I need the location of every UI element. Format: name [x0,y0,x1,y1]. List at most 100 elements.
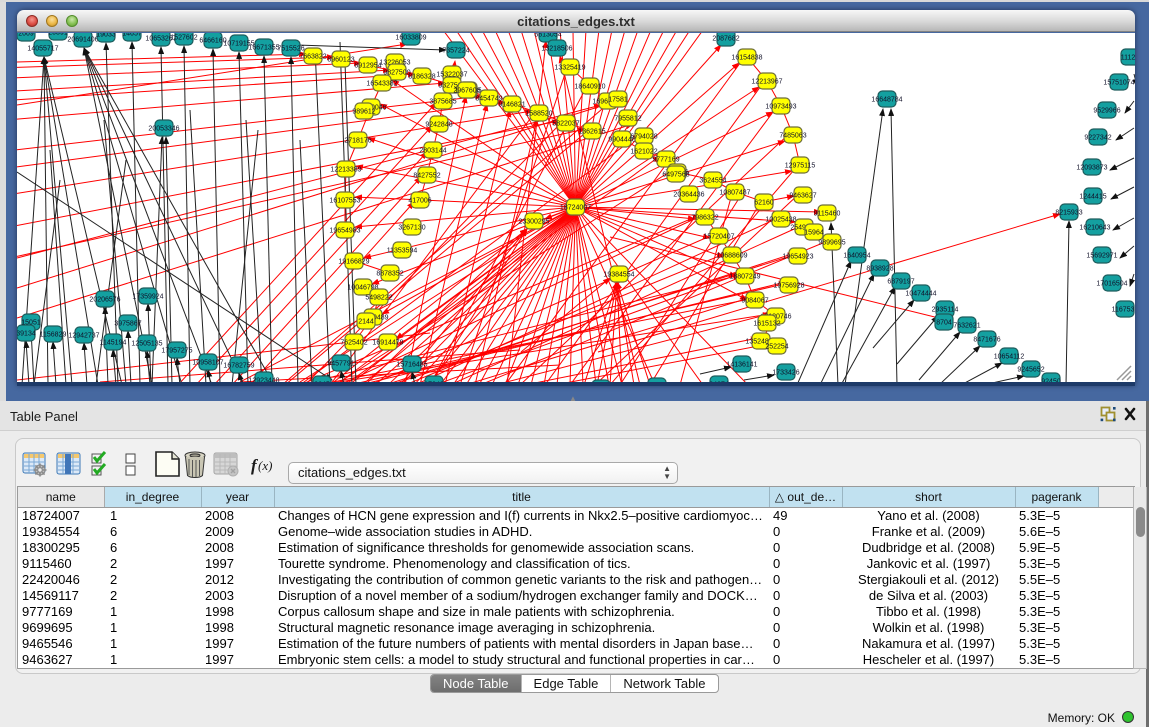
svg-text:12505135: 12505135 [131,341,162,348]
svg-text:5822037: 5822037 [552,121,579,128]
svg-text:12093873: 12093873 [1076,165,1107,172]
svg-text:3624554: 3624554 [699,178,726,185]
svg-text:9777169: 9777169 [652,157,679,164]
svg-text:9463627: 9463627 [789,193,816,200]
svg-text:1156829: 1156829 [40,332,67,339]
svg-text:17359924: 17359924 [132,294,163,301]
svg-text:2935114: 2935114 [932,307,959,314]
svg-text:10973493: 10973493 [765,104,796,111]
svg-text:7485063: 7485063 [779,133,806,140]
svg-text:14136141: 14136141 [726,362,757,369]
svg-text:19166829: 19166829 [338,259,369,266]
svg-text:16107553: 16107553 [329,198,360,205]
svg-text:16154838: 16154838 [731,55,762,62]
svg-text:7632621: 7632621 [953,323,980,330]
svg-text:12942737: 12942737 [68,333,99,340]
svg-text:10958107: 10958107 [192,360,223,367]
svg-text:3875685: 3875685 [429,99,456,106]
svg-text:1733426: 1733426 [772,370,799,377]
svg-text:8215933: 8215933 [1055,210,1082,217]
svg-text:252254: 252254 [765,344,788,351]
svg-text:9084067: 9084067 [741,298,768,305]
svg-text:20206576: 20206576 [89,297,120,304]
svg-text:3267130: 3267130 [398,225,425,232]
svg-text:10688609: 10688609 [716,253,747,260]
svg-text:16782759: 16782759 [223,363,254,370]
svg-text:1588520: 1588520 [525,111,552,118]
svg-text:1615132: 1615132 [753,321,780,328]
svg-text:16648784: 16648784 [871,97,902,104]
svg-text:7625402: 7625402 [340,340,367,347]
svg-text:9227342: 9227342 [1084,135,1111,142]
svg-text:8186328: 8186328 [408,74,435,81]
svg-text:17581: 17581 [608,97,628,104]
svg-text:17957275: 17957275 [161,348,192,355]
svg-text:13325419: 13325419 [554,65,585,72]
svg-text:8878352: 8878352 [376,271,403,278]
svg-text:1362615: 1362615 [578,129,605,136]
svg-text:62160: 62160 [754,200,774,207]
svg-text:15692971: 15692971 [1086,253,1117,260]
svg-text:16543382: 16543382 [366,81,397,88]
svg-text:15964: 15964 [804,230,824,237]
svg-text:6794028: 6794028 [630,134,657,141]
svg-text:11353594: 11353594 [387,248,418,255]
svg-text:6497568: 6497568 [662,172,689,179]
svg-text:13218506: 13218506 [541,46,572,53]
svg-text:7357224: 7357224 [442,48,469,55]
svg-text:20691406: 20691406 [67,37,98,44]
svg-text:15716485: 15716485 [396,362,427,369]
svg-text:9115460: 9115460 [814,211,841,218]
svg-text:20053346: 20053346 [148,126,179,133]
svg-text:10654112: 10654112 [994,354,1025,361]
svg-text:1145194: 1145194 [100,340,127,347]
svg-text:1527602: 1527602 [170,35,197,42]
svg-text:19654983: 19654983 [329,228,360,235]
svg-text:16914479: 16914479 [372,340,403,347]
svg-text:1167531: 1167531 [1112,307,1135,314]
svg-text:2009: 2009 [18,33,34,38]
svg-text:1621022: 1621022 [630,149,657,156]
svg-text:2718176: 2718176 [344,138,371,145]
svg-text:19033: 19033 [96,33,116,39]
svg-text:417006: 417006 [408,198,431,205]
svg-text:1640954: 1640954 [843,253,870,260]
svg-text:16210643: 16210643 [1079,225,1110,232]
svg-text:3975867: 3975867 [114,321,141,328]
svg-text:9457791: 9457791 [327,361,354,368]
svg-text:9146821: 9146821 [498,102,525,109]
svg-text:8912954: 8912954 [354,63,381,70]
svg-text:19654923: 19654923 [782,254,813,261]
svg-text:2803144: 2803144 [419,148,446,155]
svg-text:16671355: 16671355 [248,45,279,52]
svg-text:6879197: 6879197 [887,279,914,286]
svg-text:19384554: 19384554 [603,272,634,279]
svg-text:989612: 989612 [352,109,375,116]
svg-text:9242848: 9242848 [425,122,452,129]
svg-text:(x): (x) [258,458,272,473]
svg-text:19756928: 19756928 [773,283,804,290]
svg-text:8427552: 8427552 [413,173,440,180]
svg-text:2144: 2144 [358,319,374,326]
svg-text:10807487: 10807487 [719,190,750,197]
svg-text:11121: 11121 [1121,55,1135,62]
svg-text:2087682: 2087682 [712,36,739,43]
svg-text:14657: 14657 [122,33,142,38]
svg-text:18724007: 18724007 [560,205,591,212]
svg-text:1244415: 1244415 [1079,194,1106,201]
svg-text:2967608: 2967608 [453,88,480,95]
svg-text:8471676: 8471676 [973,337,1000,344]
svg-text:8938928: 8938928 [866,266,893,273]
svg-text:18640910: 18640910 [574,84,605,91]
svg-text:9899695: 9899695 [818,240,845,247]
svg-text:8813054: 8813054 [534,33,561,39]
svg-text:15751074: 15751074 [1103,80,1134,87]
svg-text:8704: 8704 [936,320,952,327]
svg-text:12213967: 12213967 [751,79,782,86]
svg-text:39134: 39134 [17,331,36,338]
svg-text:7955812: 7955812 [614,116,641,123]
svg-text:12975115: 12975115 [785,163,816,170]
svg-text:12213389: 12213389 [330,167,361,174]
svg-text:14055717: 14055717 [27,46,58,53]
svg-text:18807249: 18807249 [729,274,760,281]
